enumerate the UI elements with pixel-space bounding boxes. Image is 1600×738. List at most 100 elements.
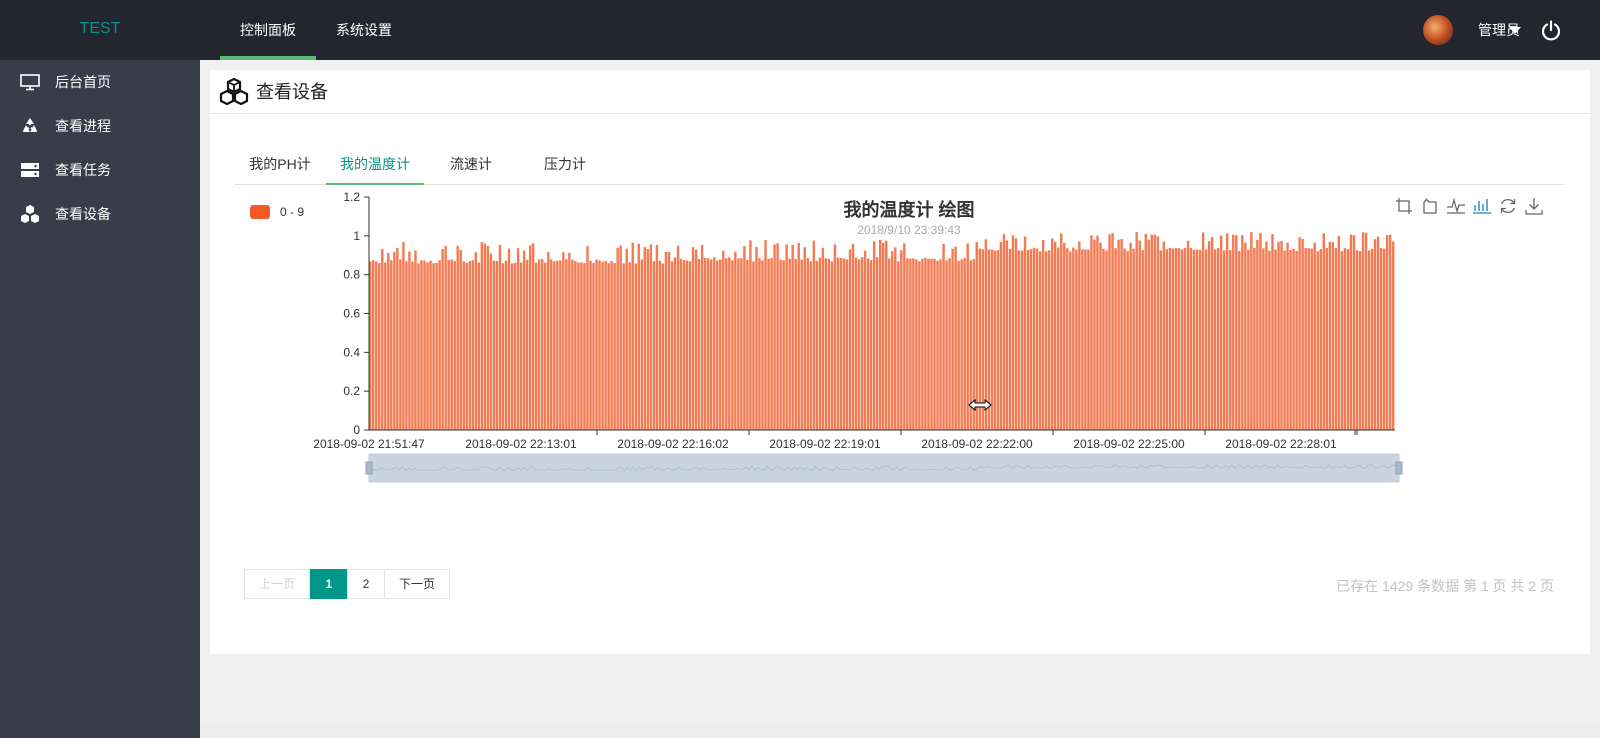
chart-bar xyxy=(477,262,481,430)
chart-bar xyxy=(411,261,414,430)
chart-bar xyxy=(1325,248,1329,430)
chart-bar xyxy=(1032,247,1036,430)
sidebar-item-process[interactable]: 查看进程 xyxy=(0,104,200,148)
chart-bar xyxy=(897,261,900,430)
chart-bar xyxy=(396,247,399,430)
chart-bar xyxy=(628,262,631,430)
chart-bar xyxy=(1144,233,1147,430)
chart-bar xyxy=(1328,241,1332,430)
chart-bar xyxy=(1256,239,1259,430)
chart-bar xyxy=(957,260,960,430)
avatar[interactable] xyxy=(1423,15,1453,45)
chart-bar xyxy=(830,261,834,430)
chart-bar xyxy=(1135,232,1138,430)
chart-bar xyxy=(474,252,478,430)
y-tick-label: 0.8 xyxy=(343,268,360,282)
chart-bar xyxy=(743,245,746,430)
x-tick-label: 2018-09-02 22:22:00 xyxy=(921,437,1033,451)
chart-bar xyxy=(694,249,698,430)
chart-bar xyxy=(547,252,550,430)
download-icon[interactable] xyxy=(1524,196,1544,216)
chart-bar xyxy=(1165,249,1169,430)
sidebar-item-devices[interactable]: 查看设备 xyxy=(0,192,200,236)
chart-bar xyxy=(604,260,607,430)
chart-bar xyxy=(625,248,628,430)
app-logo[interactable]: TEST xyxy=(0,0,200,60)
chart-bar xyxy=(1304,247,1307,430)
chart-bar xyxy=(785,244,788,430)
chart-bar xyxy=(945,260,948,430)
chart-bar xyxy=(1289,249,1292,430)
chart-bar xyxy=(408,251,411,430)
chart-bar xyxy=(906,258,909,430)
chart-bar xyxy=(1183,247,1187,430)
chart-bar xyxy=(1153,234,1157,430)
chart-bar xyxy=(722,250,725,430)
chart-bar xyxy=(1120,239,1123,430)
chart-bar xyxy=(610,260,613,430)
chart-bar xyxy=(912,258,915,430)
chart-bar xyxy=(948,258,951,430)
page-2-button[interactable]: 2 xyxy=(347,569,385,599)
chart-bar xyxy=(643,247,647,430)
zoom-handle-right[interactable] xyxy=(1395,461,1403,475)
chart-bar xyxy=(402,242,405,430)
chart-bar xyxy=(752,261,755,430)
sidebar-item-home[interactable]: 后台首页 xyxy=(0,60,200,104)
next-page-button[interactable]: 下一页 xyxy=(384,569,450,599)
chart-bar xyxy=(1364,232,1368,430)
chart-bar xyxy=(1177,248,1181,430)
chart-bar xyxy=(393,251,396,430)
chart-bar xyxy=(1232,234,1235,430)
chart-bar xyxy=(616,247,619,430)
chart-bar xyxy=(869,260,873,430)
chart-bar xyxy=(993,250,997,430)
nav-settings[interactable]: 系统设置 xyxy=(316,0,412,60)
chart-bar xyxy=(761,260,764,430)
chart-bar xyxy=(725,258,728,430)
chart-bar xyxy=(580,262,583,430)
chart-bar xyxy=(894,247,897,430)
chart-bar xyxy=(746,259,749,430)
zoom-reset-icon[interactable] xyxy=(1420,196,1440,216)
chart-bar xyxy=(975,242,978,430)
chart-bar xyxy=(706,258,710,430)
chart-bar xyxy=(860,257,864,430)
line-chart-icon[interactable] xyxy=(1446,196,1466,216)
chart-bar xyxy=(525,259,529,430)
chart-bar xyxy=(1204,249,1208,430)
refresh-icon[interactable] xyxy=(1498,196,1518,216)
power-icon[interactable] xyxy=(1540,19,1562,41)
chart-area: 0 0.2 0.4 0.6 0.8 1 1.2 2018-09-02 21:51:47 2018… xyxy=(234,186,1564,566)
chart-bar xyxy=(1292,248,1295,430)
x-tick-label: 2018-09-02 22:16:02 xyxy=(617,437,729,451)
prev-page-button[interactable]: 上一页 xyxy=(244,569,310,599)
tab-pressure-gauge[interactable]: 压力计 xyxy=(518,144,612,185)
tab-thermometer[interactable]: 我的温度计 xyxy=(326,144,424,185)
zoom-icon[interactable] xyxy=(1394,196,1414,216)
tab-ph-meter[interactable]: 我的PH计 xyxy=(234,144,326,185)
chart-bar xyxy=(1054,241,1057,430)
tab-flow-meter[interactable]: 流速计 xyxy=(424,144,518,185)
y-tick-label: 0.6 xyxy=(343,307,360,321)
chart-bar xyxy=(924,257,927,430)
chart-bar xyxy=(1029,249,1033,430)
zoom-handle-left[interactable] xyxy=(365,461,373,475)
chart-bar xyxy=(773,244,776,430)
chart-bar xyxy=(999,241,1003,430)
chart-bar xyxy=(655,245,659,430)
sidebar-item-tasks[interactable]: 查看任务 xyxy=(0,148,200,192)
bar-chart[interactable]: 00.20.40.60.811.22018-09-02 21:51:47 2018… xyxy=(234,186,1564,566)
caret-down-icon[interactable] xyxy=(1509,27,1521,34)
nav-dashboard[interactable]: 控制面板 xyxy=(220,0,316,60)
chart-bar xyxy=(848,249,852,430)
chart-bar xyxy=(1229,250,1232,430)
bar-chart-icon[interactable] xyxy=(1472,196,1492,216)
chart-bar xyxy=(1286,242,1289,430)
chart-bar xyxy=(851,243,855,430)
page-1-button[interactable]: 1 xyxy=(310,569,348,599)
chart-bar xyxy=(1331,242,1335,430)
chart-bar xyxy=(812,240,816,430)
top-nav: 控制面板 系统设置 xyxy=(220,0,412,60)
chart-bar xyxy=(453,260,456,430)
